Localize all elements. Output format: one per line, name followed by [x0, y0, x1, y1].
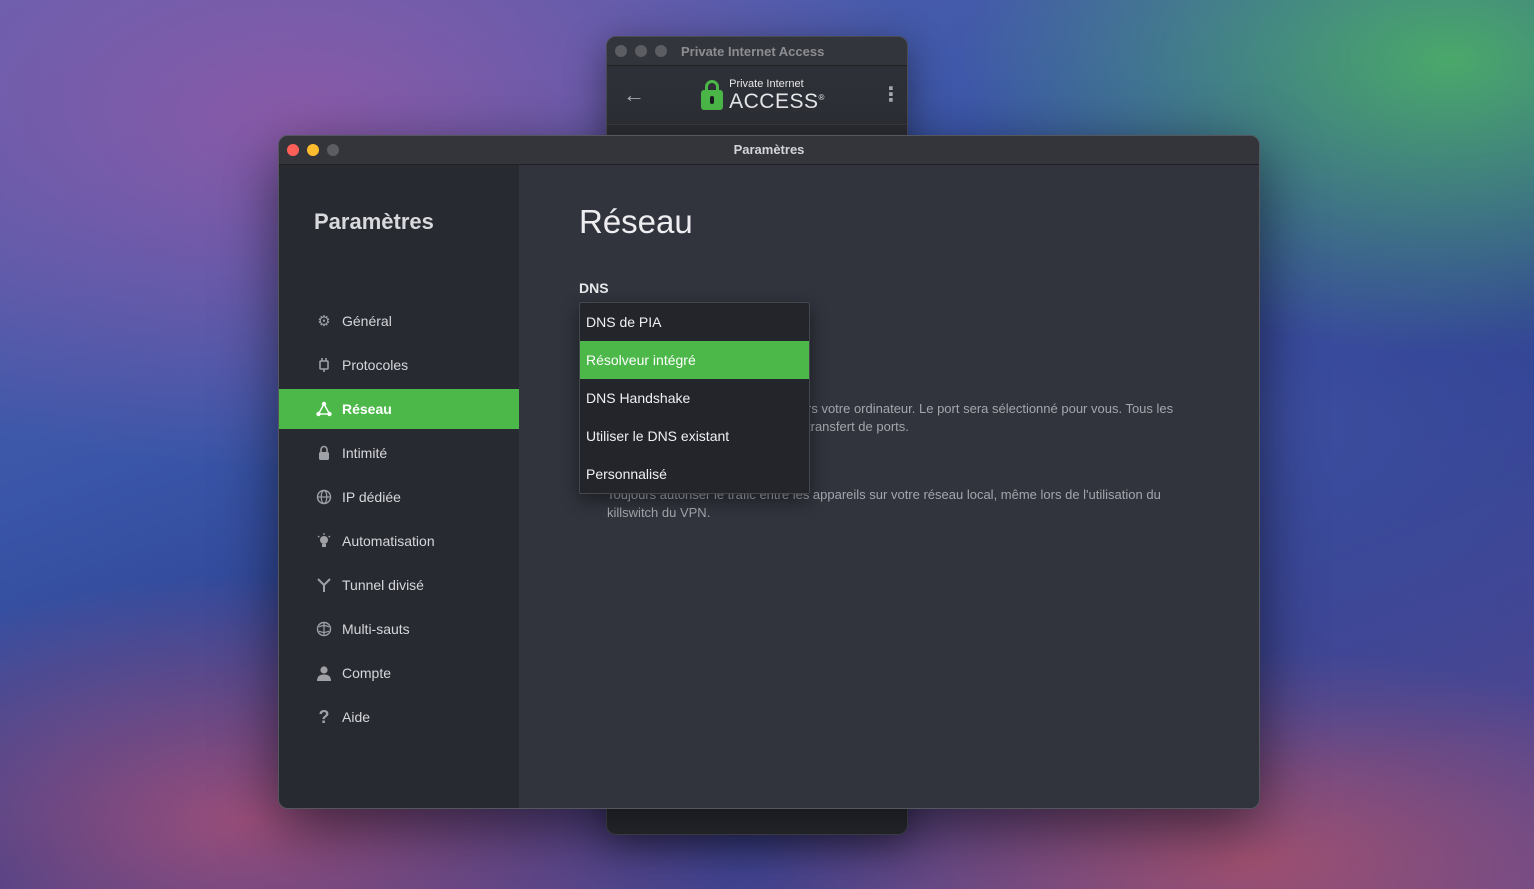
sidebar-item-account[interactable]: Compte [279, 653, 519, 693]
kebab-menu-icon[interactable]: ⋮ [881, 85, 901, 105]
network-icon [315, 400, 333, 418]
pia-logo: Private Internet ACCESS® [701, 77, 825, 113]
settings-main-panel: Réseau DNS rs votre ordinateur. Le port … [519, 165, 1259, 808]
settings-sidebar: Paramètres ⚙ Général Protocoles Réseau I… [279, 165, 519, 808]
close-button[interactable] [615, 45, 627, 57]
dns-option-handshake[interactable]: DNS Handshake [580, 379, 809, 417]
sidebar-title: Paramètres [314, 209, 434, 234]
sidebar-item-privacy[interactable]: Intimité [279, 433, 519, 473]
plug-icon [315, 356, 333, 374]
sidebar-item-label: Réseau [342, 401, 392, 417]
sidebar-item-help[interactable]: ? Aide [279, 697, 519, 737]
split-icon [315, 576, 333, 594]
sidebar-item-label: Général [342, 313, 392, 329]
sidebar-item-label: Multi-sauts [342, 621, 410, 637]
pia-window-title: Private Internet Access [681, 43, 825, 59]
sidebar-item-general[interactable]: ⚙ Général [279, 301, 519, 341]
globe-ip-icon [315, 488, 333, 506]
user-icon [315, 664, 333, 682]
sidebar-item-label: Intimité [342, 445, 388, 461]
dns-option-pia[interactable]: DNS de PIA [580, 303, 809, 341]
sidebar-item-label: Protocoles [342, 357, 409, 373]
maximize-button[interactable] [655, 45, 667, 57]
dns-dropdown-list[interactable]: DNS de PIA Résolveur intégré DNS Handsha… [579, 302, 810, 494]
back-arrow-icon[interactable]: ← [623, 84, 645, 106]
sidebar-item-protocols[interactable]: Protocoles [279, 345, 519, 385]
sidebar-item-network[interactable]: Réseau [279, 389, 519, 429]
lock-icon [315, 444, 333, 462]
logo-small-text: Private Internet [729, 77, 804, 90]
pia-lock-logo-icon [701, 80, 724, 110]
logo-big-text: ACCESS® [729, 89, 825, 113]
sidebar-item-multihop[interactable]: Multi-sauts [279, 609, 519, 649]
settings-window: Paramètres Paramètres ⚙ Général Protocol… [278, 135, 1260, 809]
dns-option-custom[interactable]: Personnalisé [580, 455, 809, 493]
sidebar-item-split-tunnel[interactable]: Tunnel divisé [279, 565, 519, 605]
sidebar-item-label: Aide [342, 709, 371, 725]
pia-header: ← Private Internet ACCESS® ⋮ [607, 66, 907, 125]
sidebar-item-label: IP dédiée [342, 489, 401, 505]
port-forwarding-desc-text: rs votre ordinateur. Le port sera sélect… [807, 401, 1174, 434]
page-title: Réseau [579, 203, 693, 240]
sidebar-item-automation[interactable]: Automatisation [279, 521, 519, 561]
dns-option-builtin-resolver[interactable]: Résolveur intégré [580, 341, 809, 379]
pia-titlebar: Private Internet Access [607, 37, 907, 66]
port-forwarding-description: rs votre ordinateur. Le port sera sélect… [807, 400, 1207, 436]
minimize-button[interactable] [635, 45, 647, 57]
question-icon: ? [318, 706, 330, 727]
dns-option-existing[interactable]: Utiliser le DNS existant [580, 417, 809, 455]
dns-label: DNS [579, 280, 609, 296]
bulb-icon [315, 532, 333, 550]
sidebar-item-label: Tunnel divisé [342, 577, 424, 593]
sidebar-nav: ⚙ Général Protocoles Réseau Intimité IP … [279, 301, 519, 737]
window-title: Paramètres [733, 142, 805, 157]
sidebar-item-dedicated-ip[interactable]: IP dédiée [279, 477, 519, 517]
sidebar-item-label: Automatisation [342, 533, 435, 549]
settings-titlebar: Paramètres [279, 136, 1259, 165]
gear-icon: ⚙ [317, 313, 331, 330]
sidebar-item-label: Compte [342, 665, 392, 681]
multihop-globe-icon [315, 620, 333, 638]
